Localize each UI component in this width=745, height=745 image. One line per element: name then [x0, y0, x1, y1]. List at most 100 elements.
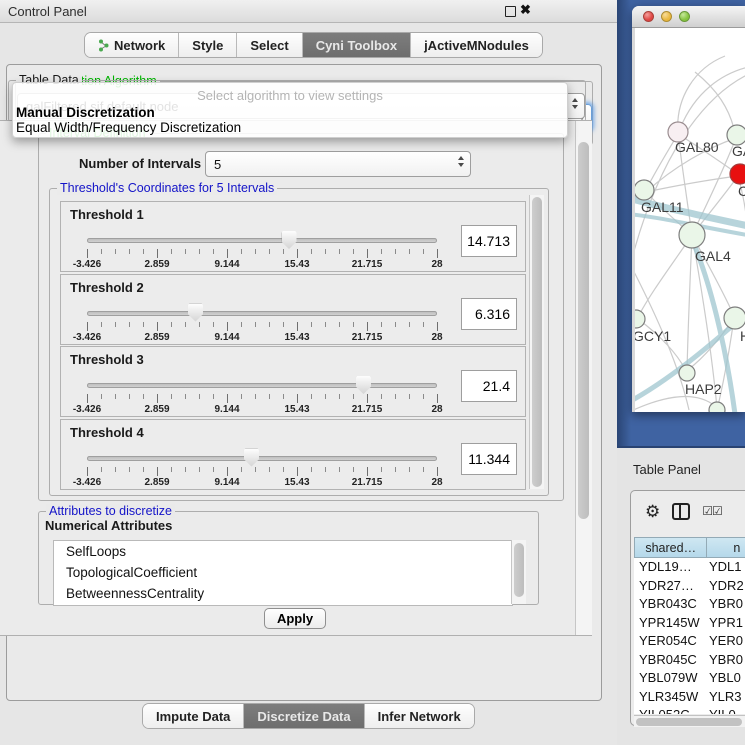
- tab-discretize-data[interactable]: Discretize Data: [244, 704, 364, 728]
- tick-label: 28: [431, 332, 442, 343]
- tick-label: 9.144: [214, 477, 239, 488]
- tab-jactivemnodules[interactable]: jActiveMNodules: [411, 33, 542, 57]
- main-scrollbar-track[interactable]: [575, 121, 592, 635]
- tab-label: Style: [192, 38, 223, 53]
- close-icon[interactable]: ✖: [520, 2, 531, 18]
- network-graph: GAL80GACGAL11GAL4GCY1HHAP2: [635, 28, 745, 412]
- tab-network[interactable]: Network: [85, 33, 179, 57]
- split-columns-icon[interactable]: [672, 503, 690, 520]
- cell-name: YLR3: [709, 688, 745, 707]
- attributes-scrollbar-track[interactable]: [511, 540, 526, 604]
- column-header-name[interactable]: n: [706, 537, 745, 558]
- table-hscrollbar-thumb[interactable]: [636, 718, 742, 726]
- slider-handle[interactable]: [282, 231, 297, 249]
- thresholds-scrollbar-thumb[interactable]: [532, 197, 542, 487]
- popup-option-1[interactable]: Manual Discretization: [16, 105, 155, 120]
- threshold-row-3: Threshold 3-3.4262.8599.14415.4321.71528: [60, 346, 526, 417]
- table-row[interactable]: YLR345WYLR3: [634, 688, 745, 707]
- tick-label: 21.715: [352, 259, 383, 270]
- network-node-gal4[interactable]: [679, 222, 705, 248]
- threshold-label: Threshold 4: [70, 425, 144, 440]
- num-intervals-spinner[interactable]: 5: [205, 151, 471, 177]
- tick-label: -3.426: [73, 332, 101, 343]
- control-panel-titlebar: Control Panel ✖: [0, 0, 617, 23]
- tab-select[interactable]: Select: [237, 33, 302, 57]
- network-node-hap2[interactable]: [679, 365, 695, 381]
- float-window-icon[interactable]: [505, 6, 516, 17]
- select-columns-checkboxes-icon[interactable]: ☑☑: [702, 504, 722, 518]
- bottom-tab-bar: Impute Data Discretize DataInfer Network: [143, 704, 474, 728]
- slider-handle[interactable]: [244, 449, 259, 467]
- gear-icon[interactable]: ⚙: [645, 503, 660, 520]
- slider-track[interactable]: [87, 383, 437, 388]
- table-row[interactable]: YDR27…YDR2: [634, 577, 745, 596]
- node-label: C: [738, 183, 745, 199]
- tick-label: 15.43: [284, 477, 309, 488]
- table-row[interactable]: YBL079WYBL0: [634, 669, 745, 688]
- slider-handle[interactable]: [188, 304, 203, 322]
- tick-label: 15.43: [284, 332, 309, 343]
- table-row[interactable]: YBR043CYBR0: [634, 595, 745, 614]
- table-row[interactable]: YPR145WYPR1: [634, 614, 745, 633]
- attribute-item[interactable]: BetweennessCentrality: [54, 583, 512, 604]
- tab-cyni-toolbox[interactable]: Cyni Toolbox: [303, 33, 411, 57]
- threshold-label: Threshold 3: [70, 352, 144, 367]
- threshold-value-field[interactable]: [461, 443, 517, 475]
- attribute-item[interactable]: TopologicalCoefficient: [54, 562, 512, 583]
- tab-impute-data[interactable]: Impute Data: [143, 704, 244, 728]
- tick-label: 2.859: [144, 332, 169, 343]
- column-header-shared[interactable]: shared…: [634, 537, 706, 558]
- thresholds-scrollbar-track[interactable]: [529, 195, 544, 489]
- table-row[interactable]: YER054CYER0: [634, 632, 745, 651]
- mac-minimize-button[interactable]: [661, 11, 672, 22]
- tick-label: 9.144: [214, 332, 239, 343]
- popup-option-2[interactable]: Equal Width/Frequency Discretization: [16, 120, 241, 135]
- network-canvas[interactable]: GAL80GACGAL11GAL4GCY1HHAP2: [635, 28, 745, 412]
- slider-ticks: [87, 394, 438, 403]
- panel-title: Control Panel: [8, 4, 87, 19]
- network-node-c[interactable]: [730, 164, 745, 184]
- tab-label: Cyni Toolbox: [316, 38, 397, 53]
- tick-label: 21.715: [352, 477, 383, 488]
- table-row[interactable]: YBR045CYBR0: [634, 651, 745, 670]
- table-hscrollbar-track[interactable]: [634, 715, 745, 727]
- table-row[interactable]: YDL19…YDL1: [634, 558, 745, 577]
- threshold-value-field[interactable]: [461, 225, 517, 257]
- spinner-arrows-icon: [458, 156, 464, 167]
- tick-label: 28: [431, 404, 442, 415]
- network-node-gcy1[interactable]: [635, 310, 645, 328]
- table-panel-area: Table Panel ⚙ ☑☑ shared… n YDL19…YDL1YDR…: [617, 448, 745, 745]
- tab-style[interactable]: Style: [179, 33, 237, 57]
- tick-label: 21.715: [352, 404, 383, 415]
- tick-label: 21.715: [352, 332, 383, 343]
- threshold-row-2: Threshold 2-3.4262.8599.14415.4321.71528: [60, 274, 526, 345]
- threshold-value-field[interactable]: [461, 298, 517, 330]
- threshold-value-field[interactable]: [461, 370, 517, 402]
- tab-label: jActiveMNodules: [424, 38, 529, 53]
- main-scrollbar-thumb[interactable]: [578, 142, 589, 519]
- num-intervals-label: Number of Intervals: [79, 156, 201, 171]
- group-title-attributes: Attributes to discretize: [46, 504, 175, 518]
- mac-zoom-button[interactable]: [679, 11, 690, 22]
- tab-infer-network[interactable]: Infer Network: [365, 704, 474, 728]
- slider-track[interactable]: [87, 311, 437, 316]
- attributes-scrollbar-thumb[interactable]: [514, 543, 524, 597]
- desktop-edge: [617, 0, 631, 455]
- network-node-gal11[interactable]: [635, 180, 654, 200]
- network-node-h[interactable]: [724, 307, 745, 329]
- network-node-ga[interactable]: [727, 125, 745, 145]
- slider-track[interactable]: [87, 238, 437, 243]
- apply-button[interactable]: Apply: [264, 608, 326, 629]
- table-row[interactable]: YIL052CYIL0: [634, 706, 745, 714]
- slider-track[interactable]: [87, 456, 437, 461]
- tab-label: Impute Data: [156, 709, 230, 724]
- node-label: GA: [732, 143, 745, 159]
- slider-handle[interactable]: [356, 376, 371, 394]
- cell-name: YDR2: [709, 577, 745, 596]
- network-node[interactable]: [709, 402, 725, 412]
- cell-name: YBL0: [709, 669, 745, 688]
- mac-close-button[interactable]: [643, 11, 654, 22]
- cell-shared-name: YBL079W: [634, 669, 709, 688]
- attribute-item[interactable]: SelfLoops: [54, 541, 512, 562]
- numerical-attributes-list[interactable]: SelfLoopsTopologicalCoefficientBetweenne…: [53, 540, 513, 606]
